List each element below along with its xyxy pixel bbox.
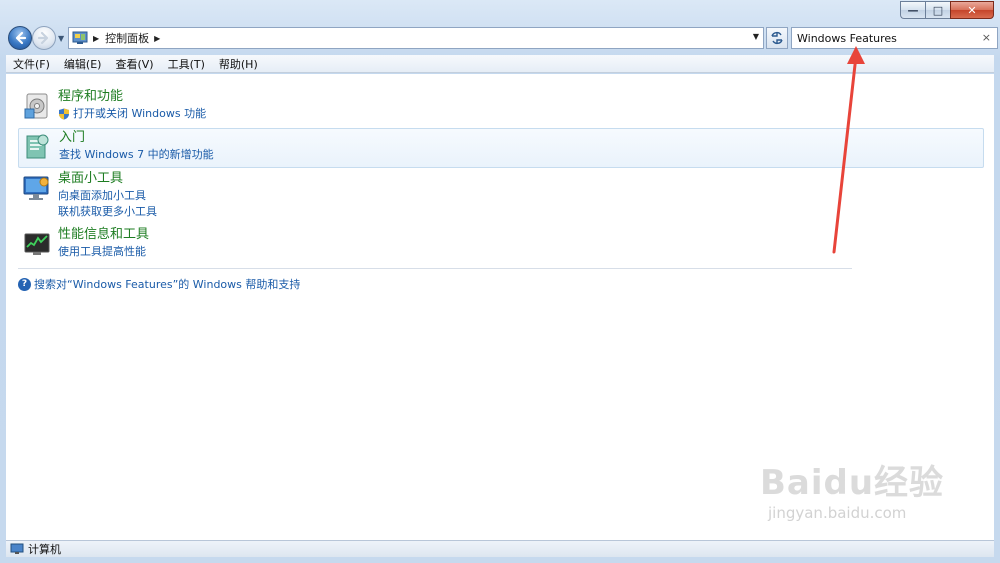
back-button[interactable]: [8, 26, 32, 50]
search-box[interactable]: ×: [791, 27, 998, 49]
result-getting-started[interactable]: 入门 查找 Windows 7 中的新增功能: [18, 128, 984, 168]
clear-search-icon[interactable]: ×: [982, 31, 991, 44]
search-results-pane: 程序和功能 打开或关闭 Windows 功能 入门 查找 Windows 7 中…: [6, 74, 994, 540]
forward-button[interactable]: [32, 26, 56, 50]
menu-file[interactable]: 文件(F): [6, 56, 57, 72]
programs-features-icon: [24, 93, 48, 119]
menu-view[interactable]: 查看(V): [108, 56, 160, 72]
result-title[interactable]: 性能信息和工具: [58, 226, 149, 244]
explorer-window: — □ ✕ ▼ ▶ 控制面板 ▶ ▼ Windows Features × 文件…: [0, 0, 1000, 563]
breadcrumb-separator[interactable]: ▶: [93, 34, 99, 43]
address-history-dropdown[interactable]: ▼: [753, 32, 759, 41]
result-title[interactable]: 程序和功能: [58, 88, 206, 106]
menu-tools[interactable]: 工具(T): [161, 56, 212, 72]
search-input[interactable]: [792, 28, 972, 48]
recent-pages-dropdown[interactable]: ▼: [58, 34, 68, 44]
navigation-row: ▼ ▶ 控制面板 ▶ ▼ ×: [6, 26, 998, 50]
result-link[interactable]: 使用工具提高性能: [58, 244, 149, 260]
result-link[interactable]: 联机获取更多小工具: [58, 204, 157, 220]
refresh-icon: [771, 31, 783, 45]
performance-icon: [24, 233, 50, 255]
help-icon: ?: [18, 277, 31, 291]
menu-edit[interactable]: 编辑(E): [57, 56, 109, 72]
minimize-button[interactable]: —: [900, 1, 925, 19]
caption-buttons: — □ ✕: [900, 1, 994, 19]
uac-shield-icon: [59, 108, 69, 120]
result-title[interactable]: 入门: [59, 129, 214, 147]
result-title[interactable]: 桌面小工具: [58, 170, 157, 188]
close-button[interactable]: ✕: [950, 1, 994, 19]
breadcrumb-separator-trailing[interactable]: ▶: [154, 34, 160, 43]
refresh-button[interactable]: [766, 27, 788, 49]
result-programs-features: 程序和功能 打开或关闭 Windows 功能: [18, 88, 984, 124]
control-panel-icon: [72, 31, 88, 44]
menu-bar: 文件(F) 编辑(E) 查看(V) 工具(T) 帮助(H): [6, 55, 994, 73]
address-bar[interactable]: ▶ 控制面板 ▶ ▼: [68, 27, 764, 49]
result-link[interactable]: 打开或关闭 Windows 功能: [58, 106, 206, 122]
status-text: 计算机: [28, 543, 61, 556]
computer-icon: [10, 543, 24, 554]
getting-started-icon: [26, 134, 49, 159]
status-bar: 计算机: [6, 540, 994, 557]
result-link[interactable]: 向桌面添加小工具: [58, 188, 157, 204]
menu-help[interactable]: 帮助(H): [212, 56, 265, 72]
result-desktop-gadgets: 桌面小工具 向桌面添加小工具 联机获取更多小工具: [18, 170, 984, 218]
results-divider: [18, 268, 852, 269]
help-search-link[interactable]: 搜索对“Windows Features”的 Windows 帮助和支持: [34, 276, 300, 292]
desktop-gadgets-icon: [23, 176, 49, 200]
result-link[interactable]: 查找 Windows 7 中的新增功能: [59, 147, 214, 163]
result-link-text[interactable]: 打开或关闭 Windows 功能: [73, 106, 206, 122]
arrow-left-icon: [15, 31, 27, 45]
help-search-row[interactable]: ? 搜索对“Windows Features”的 Windows 帮助和支持: [18, 276, 300, 292]
breadcrumb-control-panel[interactable]: 控制面板: [105, 30, 149, 46]
maximize-button[interactable]: □: [925, 1, 950, 19]
result-performance-tools: 性能信息和工具 使用工具提高性能: [18, 226, 984, 262]
arrow-right-icon: [37, 31, 49, 45]
